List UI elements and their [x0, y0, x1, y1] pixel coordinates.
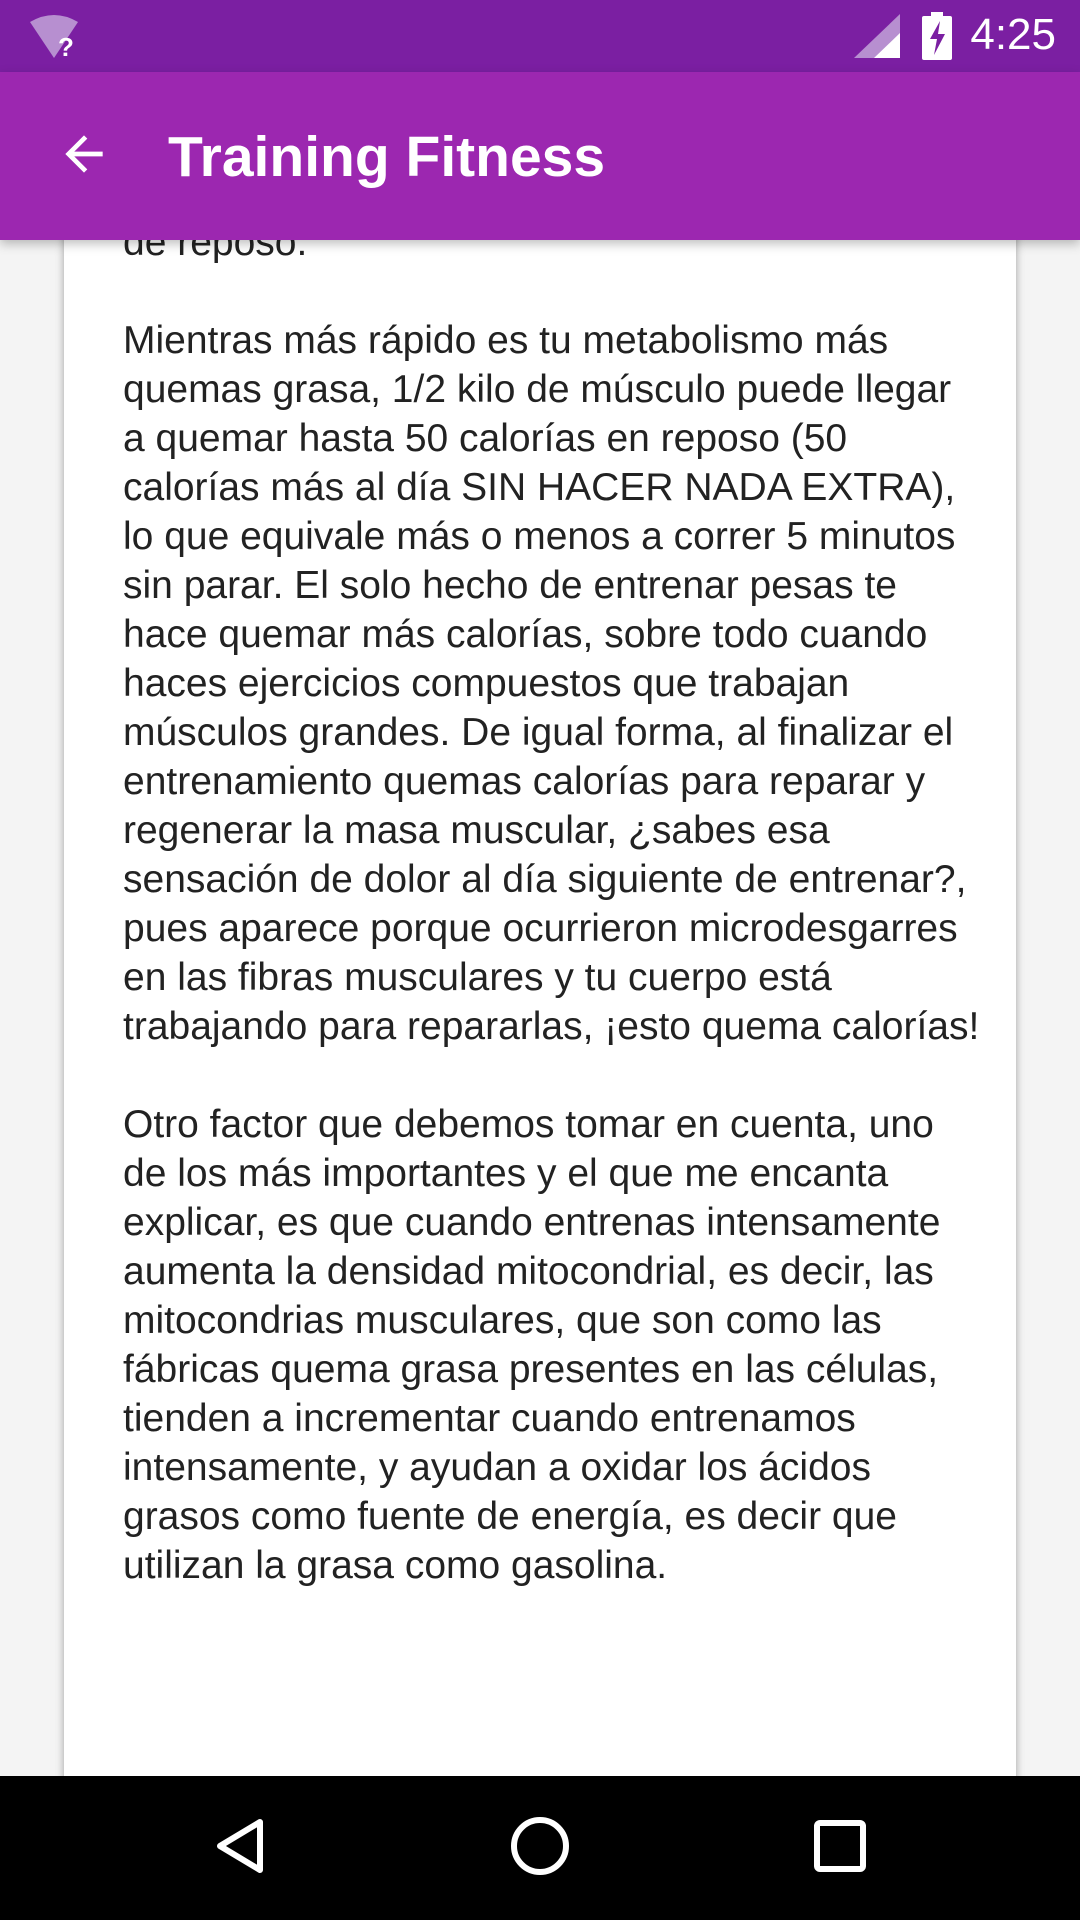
wifi-unknown-icon: ? — [28, 14, 80, 62]
arrow-back-icon — [56, 126, 112, 187]
app-title: Training Fitness — [168, 125, 606, 189]
navigation-bar — [0, 1776, 1080, 1920]
status-bar: ? 4:25 — [0, 0, 1080, 72]
nav-recents-button[interactable] — [790, 1798, 890, 1898]
recents-square-icon — [812, 1818, 868, 1879]
back-button[interactable] — [40, 112, 128, 200]
home-circle-icon — [509, 1815, 571, 1882]
article-text: de reposo. Mientras más rápido es tu met… — [123, 240, 980, 1587]
app-bar: Training Fitness — [0, 72, 1080, 240]
nav-back-button[interactable] — [190, 1798, 290, 1898]
cell-signal-icon — [854, 14, 900, 58]
article-card: de reposo. Mientras más rápido es tu met… — [64, 240, 1016, 1776]
battery-charging-icon — [922, 12, 952, 60]
back-triangle-icon — [210, 1816, 270, 1881]
status-time: 4:25 — [970, 10, 1056, 59]
nav-home-button[interactable] — [490, 1798, 590, 1898]
svg-text:?: ? — [58, 32, 74, 60]
content-scroll-area[interactable]: de reposo. Mientras más rápido es tu met… — [0, 240, 1080, 1776]
